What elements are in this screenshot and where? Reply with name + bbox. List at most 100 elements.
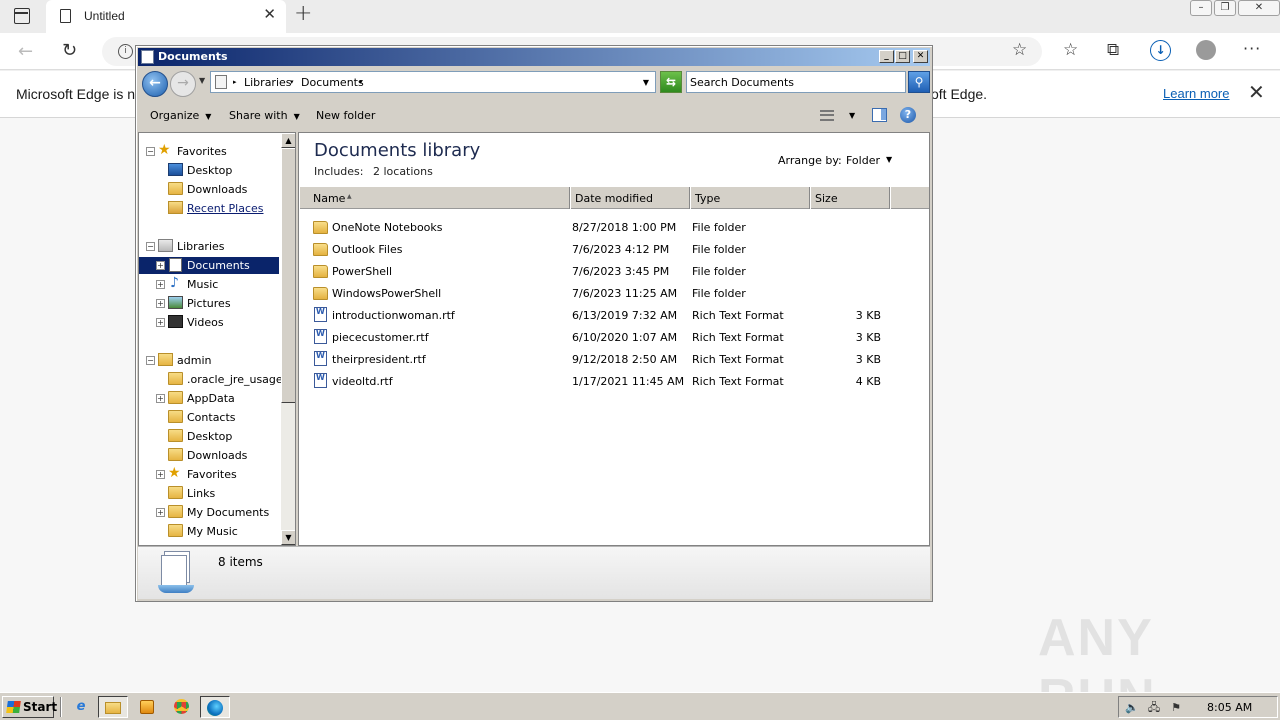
file-row[interactable]: PowerShell 7/6/2023 3:45 PM File folder	[313, 262, 913, 282]
file-row[interactable]: Wtheirpresident.rtf 9/12/2018 2:50 AM Rich…	[313, 350, 913, 370]
close-window-button[interactable]: ✕	[1238, 0, 1280, 16]
library-locations-link[interactable]: 2 locations	[373, 165, 433, 178]
back-button[interactable]: ←	[142, 71, 168, 97]
tab-close-icon[interactable]: ✕	[263, 7, 276, 22]
infobar-close-icon[interactable]: ✕	[1248, 82, 1265, 102]
nav-admin-favorites[interactable]: + ★ Favorites	[139, 466, 279, 483]
network-icon[interactable]: 🖧	[1147, 701, 1161, 714]
nav-admin-contacts[interactable]: Contacts	[139, 409, 279, 426]
change-view-icon[interactable]	[820, 110, 834, 121]
windows-explorer-task-button[interactable]	[98, 696, 128, 718]
restore-button[interactable]: ❐	[1214, 0, 1236, 16]
file-row[interactable]: Outlook Files 7/6/2023 4:12 PM File folder	[313, 240, 913, 260]
nav-admin[interactable]: − admin	[139, 352, 279, 369]
column-header-type[interactable]: Type	[690, 187, 810, 209]
share-with-button[interactable]: Share with ▼	[229, 109, 300, 122]
expand-icon[interactable]: +	[156, 394, 165, 403]
info-icon[interactable]: i	[118, 44, 133, 59]
refresh-button[interactable]: ⇆	[660, 71, 682, 93]
forward-button[interactable]: →	[170, 71, 196, 97]
nav-admin-oracle-jre-usage[interactable]: .oracle_jre_usage	[139, 371, 283, 388]
action-center-flag-icon[interactable]: ⚑	[1169, 701, 1183, 714]
nav-admin-my-documents[interactable]: + My Documents	[139, 504, 279, 521]
breadcrumb-libraries[interactable]: Libraries	[244, 76, 292, 89]
settings-menu-icon[interactable]: ···	[1243, 41, 1261, 57]
preview-pane-icon[interactable]	[872, 108, 887, 122]
nav-lib-documents[interactable]: + Documents	[139, 257, 279, 274]
nav-scrollbar[interactable]: ▲ ▼	[281, 133, 295, 545]
collapse-icon[interactable]: −	[146, 242, 155, 251]
nav-lib-videos[interactable]: + Videos	[139, 314, 279, 331]
favorites-icon[interactable]: ☆	[1063, 42, 1078, 59]
explorer-maximize-button[interactable]: □	[895, 50, 910, 63]
explorer-minimize-button[interactable]: _	[879, 50, 894, 63]
nav-admin-links[interactable]: Links	[139, 485, 279, 502]
search-input[interactable]	[690, 74, 900, 90]
scroll-thumb[interactable]	[281, 148, 295, 403]
expand-icon[interactable]: +	[156, 280, 165, 289]
nav-admin-downloads[interactable]: Downloads	[139, 447, 279, 464]
search-icon[interactable]: ⚲	[908, 71, 930, 93]
tab-actions-icon[interactable]	[14, 8, 30, 24]
new-folder-button[interactable]: New folder	[316, 109, 375, 122]
scroll-up-icon[interactable]: ▲	[281, 133, 295, 148]
breadcrumb-chevron-icon[interactable]: ▾	[290, 78, 294, 86]
media-player-icon[interactable]	[132, 696, 162, 718]
nav-admin-my-music[interactable]: My Music	[139, 523, 279, 540]
nav-admin-appdata[interactable]: + AppData	[139, 390, 279, 407]
arrange-by-dropdown[interactable]: Folder	[846, 154, 880, 167]
start-button[interactable]: Start	[2, 696, 57, 718]
column-header-size[interactable]: Size	[810, 187, 890, 209]
nav-lib-music[interactable]: + ♪ Music	[139, 276, 279, 293]
explorer-titlebar[interactable]: Documents _ □ ✕	[138, 48, 930, 66]
volume-icon[interactable]: 🔈	[1125, 701, 1139, 714]
column-header-name[interactable]: Name ▲	[299, 187, 570, 209]
address-history-dropdown-icon[interactable]: ▼	[643, 78, 649, 87]
recent-pages-dropdown-icon[interactable]: ▼	[199, 76, 205, 85]
file-row[interactable]: WindowsPowerShell 7/6/2023 11:25 AM File f…	[313, 284, 913, 304]
expand-icon[interactable]: +	[156, 470, 165, 479]
file-row[interactable]: Wintroductionwoman.rtf 6/13/2019 7:32 AM R…	[313, 306, 913, 326]
downloads-icon[interactable]: ↓	[1150, 40, 1171, 61]
chevron-down-icon[interactable]: ▼	[886, 155, 892, 164]
file-row[interactable]: OneNote Notebooks 8/27/2018 1:00 PM File f…	[313, 218, 913, 238]
back-arrow-icon[interactable]: ←	[18, 41, 33, 62]
internet-explorer-icon[interactable]: e	[66, 696, 96, 718]
nav-fav-recent-places[interactable]: Recent Places	[139, 200, 279, 217]
help-icon[interactable]: ?	[900, 107, 916, 123]
add-favorite-icon[interactable]: ☆	[1012, 42, 1027, 59]
nav-libraries[interactable]: − Libraries	[139, 238, 279, 255]
edge-task-button[interactable]	[200, 696, 230, 718]
nav-lib-pictures[interactable]: + Pictures	[139, 295, 279, 312]
expand-icon[interactable]: +	[156, 508, 165, 517]
organize-button[interactable]: Organize ▼	[150, 109, 211, 122]
file-row[interactable]: Wvideoltd.rtf 1/17/2021 11:45 AM Rich Text…	[313, 372, 913, 392]
explorer-close-button[interactable]: ✕	[913, 50, 928, 63]
learn-more-link[interactable]: Learn more	[1163, 86, 1229, 101]
collapse-icon[interactable]: −	[146, 147, 155, 156]
expand-icon[interactable]: +	[156, 261, 165, 270]
breadcrumb-documents[interactable]: Documents	[301, 76, 364, 89]
refresh-icon[interactable]: ↻	[62, 40, 77, 61]
file-row[interactable]: Wpiececustomer.rtf 6/10/2020 1:07 AM Rich …	[313, 328, 913, 348]
nav-fav-downloads[interactable]: Downloads	[139, 181, 279, 198]
column-header-date[interactable]: Date modified	[570, 187, 690, 209]
breadcrumb[interactable]: ▸ Libraries ▾ Documents ▾ ▼	[210, 71, 656, 93]
collections-icon[interactable]: ⧉	[1107, 42, 1119, 59]
clock[interactable]: 8:05 AM	[1207, 701, 1252, 714]
expand-icon[interactable]: +	[156, 299, 165, 308]
nav-admin-desktop[interactable]: Desktop	[139, 428, 279, 445]
expand-icon[interactable]: +	[156, 318, 165, 327]
breadcrumb-chevron-icon[interactable]: ▾	[359, 78, 363, 86]
nav-favorites[interactable]: − ★ Favorites	[139, 143, 279, 160]
collapse-icon[interactable]: −	[146, 356, 155, 365]
search-box[interactable]	[686, 71, 906, 93]
new-tab-button[interactable]: +	[294, 3, 312, 25]
scroll-down-icon[interactable]: ▼	[281, 530, 295, 545]
profile-avatar[interactable]	[1196, 40, 1216, 60]
nav-fav-desktop[interactable]: Desktop	[139, 162, 279, 179]
browser-tab[interactable]: Untitled ✕	[46, 0, 286, 33]
view-options-dropdown-icon[interactable]: ▼	[849, 111, 855, 120]
chrome-icon[interactable]	[166, 696, 196, 718]
breadcrumb-chevron-icon[interactable]: ▸	[233, 78, 237, 86]
